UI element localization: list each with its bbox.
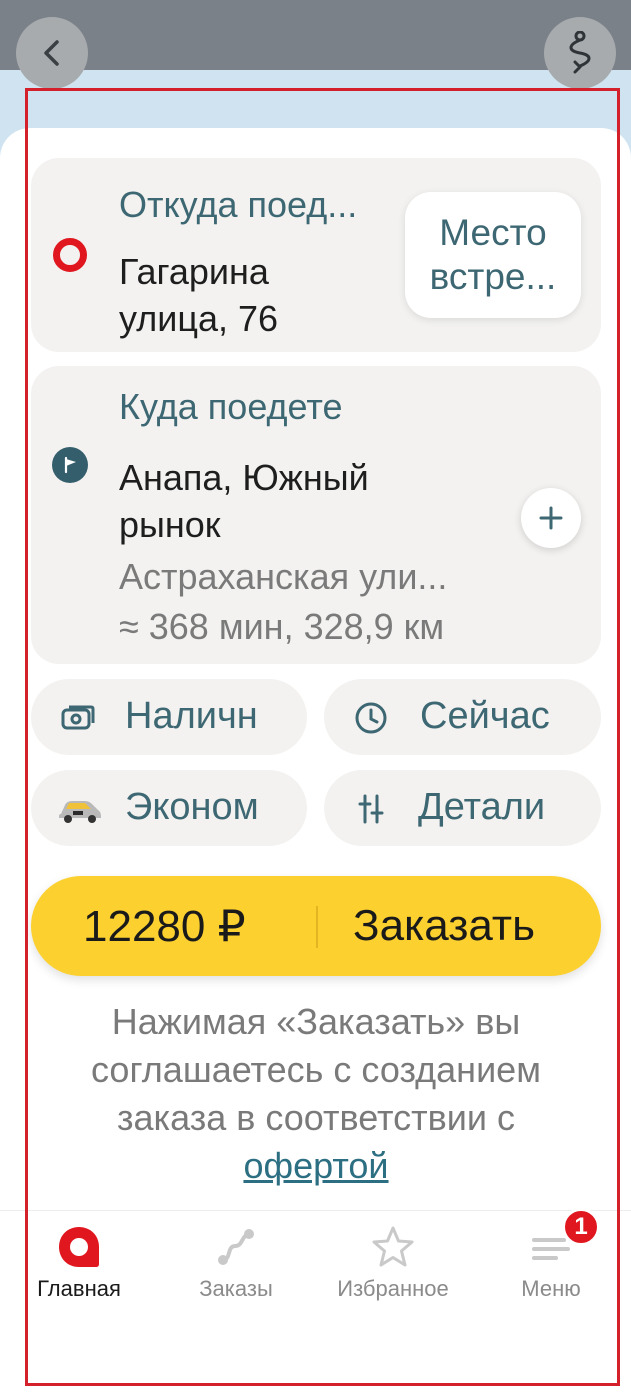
bottom-nav-divider xyxy=(0,1210,631,1211)
order-divider xyxy=(316,906,318,948)
to-address-card[interactable]: Куда поедете Анапа, Южный рынок Астрахан… xyxy=(31,366,601,664)
time-button[interactable]: Сейчас xyxy=(324,679,601,755)
home-logo-icon xyxy=(54,1222,104,1272)
star-icon xyxy=(368,1222,418,1272)
details-label: Детали xyxy=(418,786,546,828)
orders-route-icon xyxy=(211,1222,261,1272)
tariff-button[interactable]: Эконом xyxy=(31,770,307,846)
order-button-label: Заказать xyxy=(353,901,535,950)
payment-method-label: Наличн xyxy=(125,695,258,737)
to-street: Астраханская ули... xyxy=(119,556,448,597)
car-icon xyxy=(55,792,103,826)
nav-home[interactable]: Главная xyxy=(4,1222,154,1302)
meeting-point-button[interactable]: Место встре... xyxy=(405,192,581,318)
nav-orders-label: Заказы xyxy=(199,1276,273,1301)
cash-icon xyxy=(61,701,95,735)
payment-method-button[interactable]: Наличн xyxy=(31,679,307,755)
legal-notice: Нажимая «Заказать» вы соглашаетесь с соз… xyxy=(40,998,592,1190)
route-button[interactable] xyxy=(544,17,616,89)
nav-menu-label: Меню xyxy=(521,1276,581,1301)
add-stop-button[interactable] xyxy=(521,488,581,548)
origin-pin-icon xyxy=(53,238,87,272)
clock-icon xyxy=(354,701,388,735)
nav-favorites-label: Избранное xyxy=(337,1276,449,1301)
to-place: Анапа, Южный рынок xyxy=(119,457,369,545)
from-address: Гагарина улица, 76 xyxy=(119,251,279,339)
plus-icon xyxy=(539,506,563,530)
nav-favorites[interactable]: Избранное xyxy=(318,1222,468,1302)
legal-text: Нажимая «Заказать» вы соглашаетесь с соз… xyxy=(91,1001,541,1138)
nav-orders[interactable]: Заказы xyxy=(161,1222,311,1302)
destination-flag-icon xyxy=(52,447,88,483)
offer-link[interactable]: офертой xyxy=(243,1145,388,1186)
trip-eta: ≈ 368 мин, 328,9 км xyxy=(119,606,445,647)
map-area-top[interactable] xyxy=(0,0,631,70)
order-price: 12280 ₽ xyxy=(83,902,246,951)
from-label: Откуда поед... xyxy=(119,184,358,225)
details-button[interactable]: Детали xyxy=(324,770,601,846)
nav-home-label: Главная xyxy=(37,1276,121,1301)
back-button[interactable] xyxy=(16,17,88,89)
time-label: Сейчас xyxy=(420,695,550,737)
to-label: Куда поедете xyxy=(119,386,343,427)
nav-menu[interactable]: 1 Меню xyxy=(476,1208,626,1302)
route-icon xyxy=(569,31,591,74)
order-button[interactable]: 12280 ₽ Заказать xyxy=(31,876,601,976)
from-address-card[interactable]: Откуда поед... Гагарина улица, 76 Место … xyxy=(31,158,601,352)
sliders-icon xyxy=(354,792,388,826)
tariff-label: Эконом xyxy=(125,786,259,828)
menu-notification-badge: 1 xyxy=(562,1208,600,1246)
chevron-left-icon xyxy=(44,40,59,66)
